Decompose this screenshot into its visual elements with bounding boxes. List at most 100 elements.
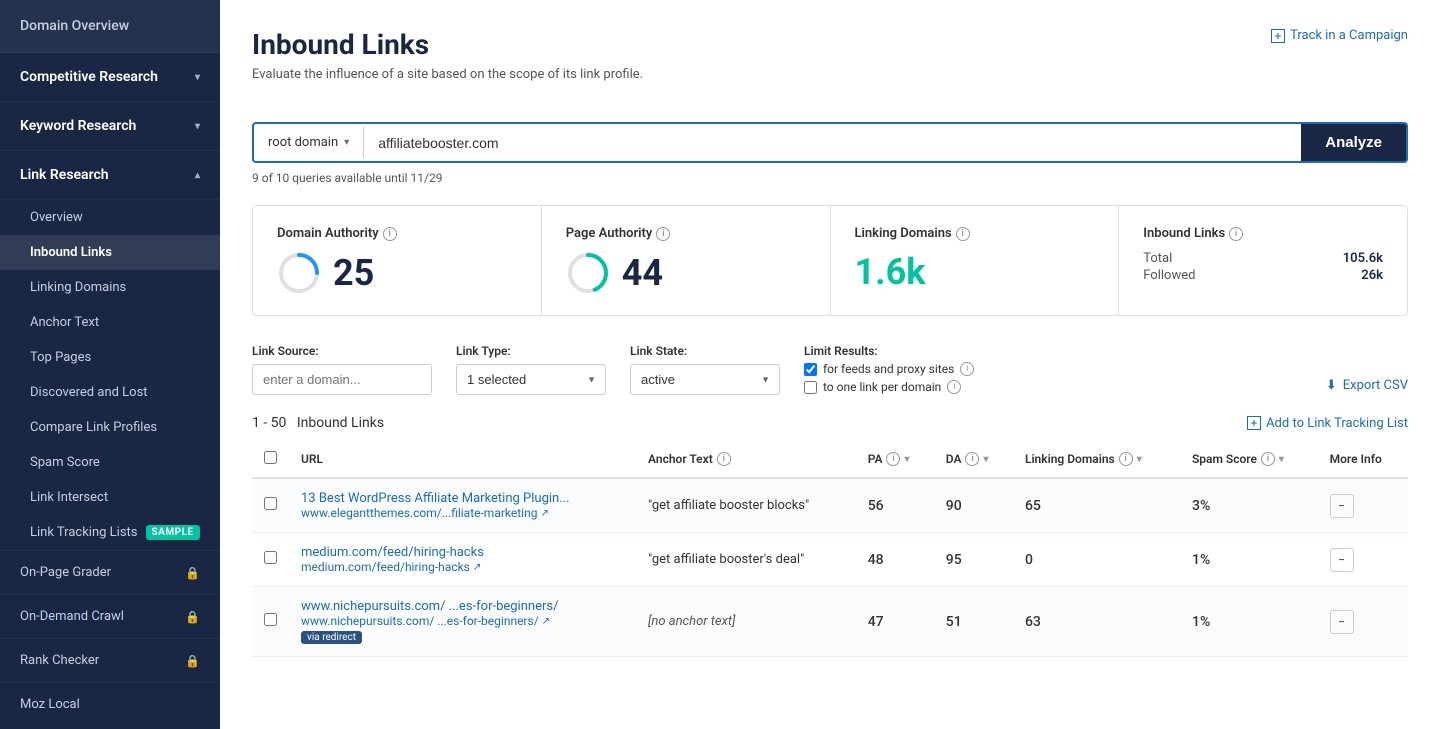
- linking-domains-cell: 65: [1013, 478, 1180, 533]
- table-count: 1 - 50 Inbound Links: [252, 415, 384, 431]
- url-subdomain: www.nichepursuits.com/ ...es-for-beginne…: [301, 614, 624, 628]
- search-input[interactable]: [364, 127, 1301, 159]
- info-icon[interactable]: i: [656, 227, 670, 241]
- sidebar-item-link-intersect[interactable]: Link Intersect: [0, 480, 220, 515]
- plus-icon: +: [1247, 416, 1261, 430]
- sidebar-item-moz-local[interactable]: Moz Local: [0, 682, 220, 726]
- page-subtitle: Evaluate the influence of a site based o…: [252, 67, 643, 82]
- link-source-input[interactable]: [252, 364, 432, 395]
- sidebar-item-anchor-text[interactable]: Anchor Text: [0, 305, 220, 340]
- external-link-icon: ↗: [540, 508, 548, 519]
- sidebar-item-spam-score[interactable]: Spam Score: [0, 445, 220, 480]
- pa-cell: 56: [856, 478, 934, 533]
- row-checkbox[interactable]: [264, 613, 277, 626]
- table-row: medium.com/feed/hiring-hacksmedium.com/f…: [252, 533, 1408, 587]
- da-column-header: DA i ▾: [934, 441, 1013, 478]
- anchor-text-cell: [no anchor text]: [636, 587, 856, 657]
- info-icon[interactable]: i: [886, 452, 900, 466]
- da-cell: 90: [934, 478, 1013, 533]
- info-icon[interactable]: i: [1229, 227, 1243, 241]
- pa-value: 44: [622, 252, 663, 294]
- da-sort-icon[interactable]: ▾: [983, 454, 988, 465]
- chevron-down-icon: ▾: [195, 72, 200, 83]
- info-icon[interactable]: i: [1119, 452, 1133, 466]
- one-per-domain-checkbox[interactable]: [804, 381, 817, 394]
- chevron-down-icon: ▾: [344, 137, 349, 148]
- url-column-header: URL: [289, 441, 636, 478]
- info-icon[interactable]: i: [383, 227, 397, 241]
- linking-domains-card: Linking Domains i 1.6k: [831, 206, 1120, 315]
- info-icon[interactable]: i: [965, 452, 979, 466]
- link-type-filter: Link Type: 1 selected: [456, 344, 606, 395]
- more-info-cell: −: [1318, 587, 1408, 657]
- ld-sort-icon[interactable]: ▾: [1137, 454, 1142, 465]
- sidebar-item-discovered-and-lost[interactable]: Discovered and Lost: [0, 375, 220, 410]
- link-state-select-wrapper: active: [630, 364, 780, 395]
- da-gauge: [277, 251, 321, 295]
- sidebar-item-domain-overview[interactable]: Domain Overview: [0, 0, 220, 53]
- url-link[interactable]: medium.com/feed/hiring-hacks: [301, 545, 624, 560]
- sidebar-item-compare-link-profiles[interactable]: Compare Link Profiles: [0, 410, 220, 445]
- export-csv-button[interactable]: ⬇ Export CSV: [1326, 378, 1408, 395]
- sidebar-item-link-research[interactable]: Link Research ▴: [0, 151, 220, 200]
- link-type-select-wrapper: 1 selected: [456, 364, 606, 395]
- sidebar-item-linking-domains[interactable]: Linking Domains: [0, 270, 220, 305]
- page-title: Inbound Links: [252, 28, 643, 61]
- pa-gauge: [566, 251, 610, 295]
- row-checkbox[interactable]: [264, 551, 277, 564]
- link-type-select[interactable]: 1 selected: [456, 364, 606, 395]
- url-cell: 13 Best WordPress Affiliate Marketing Pl…: [289, 478, 636, 533]
- anchor-text-column-header: Anchor Text i: [636, 441, 856, 478]
- url-link[interactable]: www.nichepursuits.com/ ...es-for-beginne…: [301, 599, 624, 614]
- track-campaign-button[interactable]: + Track in a Campaign: [1271, 28, 1408, 43]
- add-to-tracking-button[interactable]: + Add to Link Tracking List: [1247, 416, 1408, 431]
- info-icon[interactable]: i: [947, 380, 961, 394]
- top-row: Inbound Links Evaluate the influence of …: [252, 28, 1408, 102]
- spam-score-cell: 1%: [1180, 533, 1318, 587]
- feeds-proxy-checkbox[interactable]: [804, 363, 817, 376]
- linking-domains-cell: 0: [1013, 533, 1180, 587]
- da-value: 25: [333, 252, 374, 294]
- chevron-up-icon: ▴: [195, 170, 200, 181]
- domain-type-selector[interactable]: root domain ▾: [254, 127, 364, 158]
- external-link-icon: ↗: [542, 616, 550, 627]
- table-header-row: 1 - 50 Inbound Links + Add to Link Track…: [252, 415, 1408, 431]
- linking-domains-cell: 63: [1013, 587, 1180, 657]
- more-info-button[interactable]: −: [1330, 548, 1354, 572]
- da-cell: 95: [934, 533, 1013, 587]
- table-row: 13 Best WordPress Affiliate Marketing Pl…: [252, 478, 1408, 533]
- sidebar-item-competitive-research[interactable]: Competitive Research ▾: [0, 53, 220, 102]
- select-all-checkbox[interactable]: [264, 451, 277, 464]
- linking-domains-value: 1.6k: [855, 251, 926, 293]
- spam-score-cell: 1%: [1180, 587, 1318, 657]
- sidebar-item-top-pages[interactable]: Top Pages: [0, 340, 220, 375]
- url-link[interactable]: 13 Best WordPress Affiliate Marketing Pl…: [301, 491, 624, 506]
- sidebar-item-rank-checker[interactable]: Rank Checker 🔒: [0, 638, 220, 682]
- info-icon[interactable]: i: [960, 362, 974, 376]
- more-info-button[interactable]: −: [1330, 494, 1354, 518]
- info-icon[interactable]: i: [1261, 452, 1275, 466]
- sidebar-item-inbound-links[interactable]: Inbound Links: [0, 235, 220, 270]
- sidebar-item-keyword-research[interactable]: Keyword Research ▾: [0, 102, 220, 151]
- more-info-button[interactable]: −: [1330, 610, 1354, 634]
- analyze-button[interactable]: Analyze: [1301, 124, 1406, 161]
- info-icon[interactable]: i: [956, 227, 970, 241]
- sample-badge: SAMPLE: [146, 525, 200, 540]
- link-source-filter: Link Source:: [252, 344, 432, 395]
- row-checkbox[interactable]: [264, 497, 277, 510]
- lock-icon: 🔒: [185, 566, 200, 580]
- sidebar-item-overview[interactable]: Overview: [0, 200, 220, 235]
- inbound-links-table: URL Anchor Text i PA i ▾: [252, 441, 1408, 657]
- anchor-text-cell: "get affiliate booster blocks": [636, 478, 856, 533]
- filter-row: Link Source: Link Type: 1 selected Link …: [252, 344, 1408, 395]
- sidebar-item-on-demand-crawl[interactable]: On-Demand Crawl 🔒: [0, 594, 220, 638]
- external-link-icon: ↗: [473, 562, 481, 573]
- table-row: www.nichepursuits.com/ ...es-for-beginne…: [252, 587, 1408, 657]
- sidebar-item-link-tracking-lists[interactable]: Link Tracking Lists SAMPLE: [0, 515, 220, 550]
- info-icon[interactable]: i: [717, 452, 731, 466]
- sidebar-item-on-page-grader[interactable]: On-Page Grader 🔒: [0, 550, 220, 594]
- link-state-select[interactable]: active: [630, 364, 780, 395]
- spam-score-cell: 3%: [1180, 478, 1318, 533]
- ss-sort-icon[interactable]: ▾: [1279, 454, 1284, 465]
- pa-sort-desc-icon[interactable]: ▾: [904, 454, 909, 465]
